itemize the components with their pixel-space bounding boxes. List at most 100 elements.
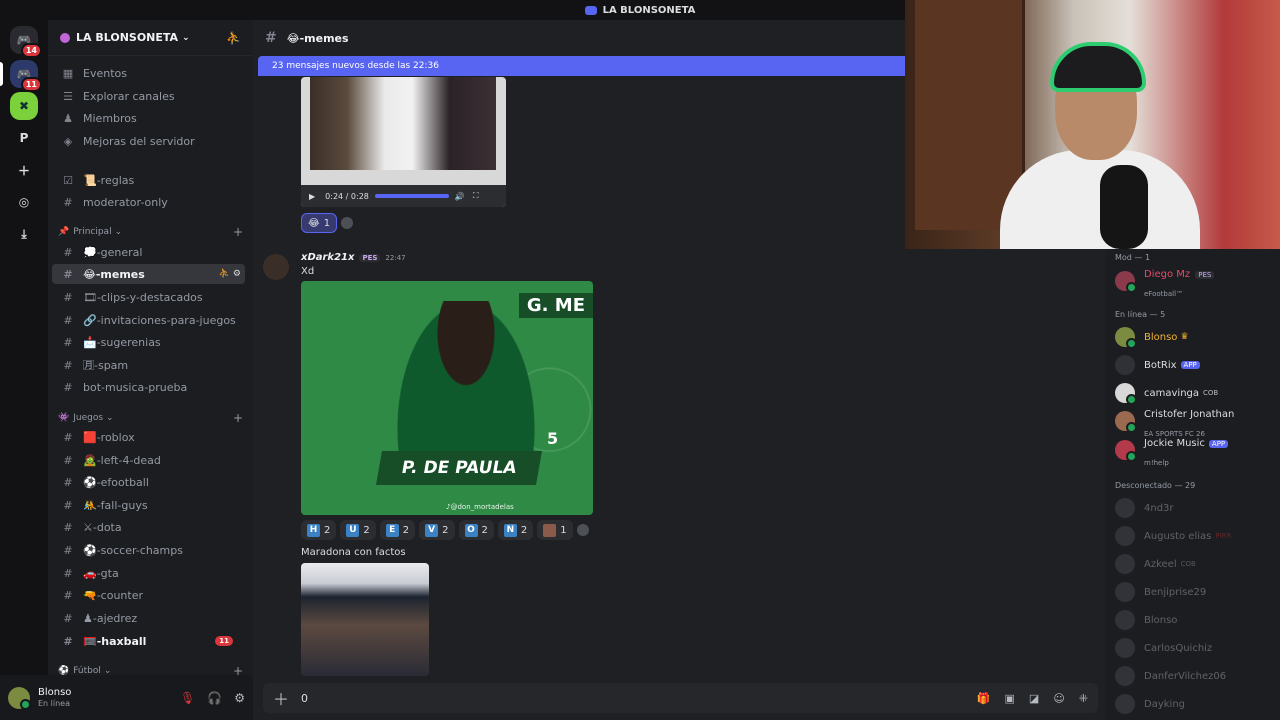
member-item[interactable]: BotRix APP	[1115, 353, 1275, 377]
member-item[interactable]: 4nd3r	[1115, 496, 1275, 520]
server-icon-1[interactable]: 🎮 11	[10, 60, 42, 92]
channel-invitaciones[interactable]: # 🔗-invitaciones-para-juegos	[52, 310, 245, 330]
reaction-chip[interactable]: H2	[301, 520, 337, 540]
guild-tag: COB	[1203, 389, 1219, 397]
reaction-chip[interactable]: U2	[340, 520, 376, 540]
fullscreen-icon[interactable]: ⛶	[473, 191, 479, 201]
member-item[interactable]: Diego Mz PES eFootball™	[1115, 269, 1275, 298]
pin-icon: 📌	[58, 227, 70, 237]
hash-icon: #	[63, 453, 73, 467]
video-progress[interactable]	[374, 194, 449, 198]
member-name: Jockie Music	[1144, 438, 1205, 449]
browse-icon: ☰	[63, 89, 73, 103]
server-icon	[60, 32, 70, 43]
add-channel-icon[interactable]: +	[233, 664, 243, 675]
channel-counter[interactable]: # 🔫-counter	[52, 585, 245, 605]
channel-haxball[interactable]: # 🥅-haxball 11	[52, 631, 245, 651]
channel-soccer-champs[interactable]: # ⚽-soccer-champs	[52, 540, 245, 560]
channel-reglas[interactable]: ☑ 📜-reglas	[52, 170, 245, 190]
server-icon-3[interactable]: P	[10, 124, 38, 152]
channel-bot-musica[interactable]: # bot-musica-prueba	[52, 377, 245, 397]
avatar[interactable]	[263, 254, 289, 280]
add-member-icon[interactable]: ⛹	[226, 31, 241, 45]
apps-icon[interactable]: ⁜	[1079, 692, 1088, 705]
reaction-chip[interactable]: 😂 1	[301, 213, 338, 233]
nav-browse-channels[interactable]: ☰ Explorar canales	[52, 86, 245, 106]
reaction-chip[interactable]: N2	[497, 520, 534, 540]
gift-icon[interactable]: 🎁	[977, 692, 991, 705]
channel-sugerencias[interactable]: # 📩-sugerenias	[52, 332, 245, 352]
message-composer[interactable]: ＋ 0 🎁 ▣ ◪ ☺ ⁜	[263, 683, 1098, 713]
add-channel-icon[interactable]: +	[233, 411, 243, 425]
member-item[interactable]: Augusto elias PIRR	[1115, 524, 1275, 548]
add-server-button[interactable]: ＋	[10, 156, 38, 184]
reaction-chip[interactable]: V2	[419, 520, 455, 540]
reaction-chip[interactable]: 1	[537, 520, 573, 540]
server-icon-2[interactable]: ✖	[10, 92, 38, 120]
controller-icon: 👾	[58, 413, 70, 423]
member-item[interactable]: Azkeel COB	[1115, 552, 1275, 576]
explore-button[interactable]: ◎	[10, 188, 38, 216]
category-principal[interactable]: 📌 Principal ⌄ +	[58, 225, 243, 239]
channel-efootball[interactable]: # ⚽-efootball	[52, 472, 245, 492]
member-item[interactable]: Benjiprise29	[1115, 580, 1275, 604]
add-reaction-icon[interactable]	[576, 524, 589, 536]
category-juegos[interactable]: 👾 Juegos ⌄ +	[58, 411, 243, 425]
channel-label: ⚽-soccer-champs	[83, 543, 183, 557]
channel-label: 🔗-invitaciones-para-juegos	[83, 313, 236, 327]
member-item[interactable]: Dayking	[1115, 692, 1275, 716]
avatar[interactable]	[8, 686, 31, 710]
channel-moderator-only[interactable]: # moderator-only	[52, 192, 245, 212]
reaction-count: 2	[363, 524, 370, 536]
channel-fall-guys[interactable]: # 🤼-fall-guys	[52, 495, 245, 515]
gear-icon[interactable]: ⚙	[234, 691, 245, 705]
mic-muted-icon[interactable]: 🎙	[180, 691, 195, 705]
channel-general[interactable]: # 💭-general	[52, 242, 245, 262]
discord-home-button[interactable]: 🎮 14	[10, 26, 42, 58]
composer-input[interactable]: 0	[301, 692, 308, 705]
reaction-chip[interactable]: E2	[379, 520, 416, 540]
channel-dota[interactable]: # ⚔-dota	[52, 517, 245, 537]
play-icon[interactable]: ▶	[309, 192, 315, 201]
nav-members[interactable]: ♟ Miembros	[52, 108, 245, 128]
emoji-icon[interactable]: ☺	[1053, 692, 1064, 705]
new-messages-bar[interactable]: 23 mensajes nuevos desde las 22:36	[258, 56, 909, 76]
hash-icon: #	[63, 498, 73, 512]
add-channel-icon[interactable]: +	[233, 225, 243, 239]
nav-events[interactable]: ▦ Eventos	[52, 63, 245, 83]
author-name[interactable]: xDark21x	[301, 252, 354, 263]
channel-clips[interactable]: # 🎞-clips-y-destacados	[52, 287, 245, 307]
plus-icon[interactable]: ＋	[273, 686, 289, 710]
member-item[interactable]: Blonso	[1115, 608, 1275, 632]
reaction-chip[interactable]: O2	[458, 520, 494, 540]
avatar	[1115, 582, 1135, 602]
image-attachment[interactable]: G. ME P. DE PAULA 5 ♪@don_mortadelas	[301, 281, 593, 515]
channel-gta[interactable]: # 🚗-gta	[52, 563, 245, 583]
video-attachment[interactable]: ▶ 0:24 / 0:28 🔊 ⛶	[301, 77, 506, 207]
member-item[interactable]: DanferVilchez06	[1115, 664, 1275, 688]
member-item[interactable]: Jockie Music APP m!help	[1115, 438, 1275, 467]
channel-ajedrez[interactable]: # ♟-ajedrez	[52, 608, 245, 628]
channel-roblox[interactable]: # 🟥-roblox	[52, 427, 245, 447]
download-button[interactable]: ⤓	[10, 220, 38, 248]
invite-icon[interactable]: ⛹ ⚙	[219, 269, 241, 279]
nav-boosts[interactable]: ◈ Mejoras del servidor	[52, 131, 245, 151]
headphones-icon[interactable]: 🎧	[207, 691, 222, 705]
image-attachment[interactable]	[301, 563, 429, 676]
server-header[interactable]: LA BLONSONETA ⌄ ⛹	[48, 20, 253, 56]
member-item[interactable]: Blonso ♛	[1115, 325, 1275, 349]
channel-left-4-dead[interactable]: # 🧟-left-4-dead	[52, 450, 245, 470]
channel-label: 📜-reglas	[83, 173, 135, 187]
member-item[interactable]: CarlosQuichiz	[1115, 636, 1275, 660]
add-reaction-icon[interactable]	[341, 217, 354, 229]
category-futbol[interactable]: ⚽ Fútbol ⌄ +	[58, 664, 243, 675]
channel-memes[interactable]: # 😂-memes ⛹ ⚙	[52, 264, 245, 284]
guild-tag: PES	[359, 253, 381, 262]
volume-icon[interactable]: 🔊	[455, 192, 465, 201]
sticker-icon[interactable]: ◪	[1029, 692, 1039, 705]
streamer-headset	[1050, 42, 1146, 92]
channel-spam[interactable]: # 🈷-spam	[52, 355, 245, 375]
member-item[interactable]: Cristofer Jonathan EA SPORTS FC 26	[1115, 409, 1275, 438]
gif-icon[interactable]: ▣	[1005, 692, 1015, 705]
rules-icon: ☑	[63, 173, 73, 187]
